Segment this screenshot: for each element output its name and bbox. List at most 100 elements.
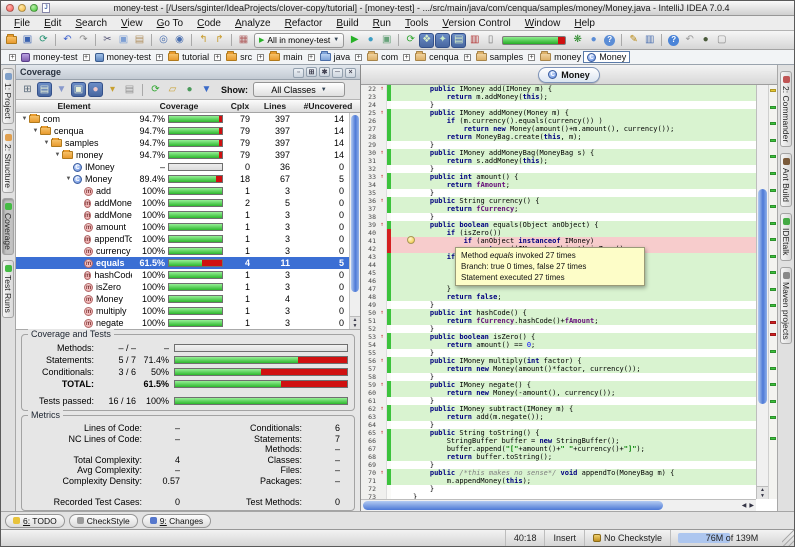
right-tool-button-ant-build[interactable]: Ant Build <box>780 153 792 207</box>
bottom-tool-button-checkstyle[interactable]: CheckStyle <box>69 514 138 528</box>
coverage-row-currency[interactable]: mcurrency100%130 <box>16 245 360 257</box>
coverage-row-add[interactable]: madd100%130 <box>16 185 360 197</box>
error-stripe-covered-mark[interactable] <box>770 255 776 258</box>
breadcrumb-money[interactable]: CMoney <box>583 51 630 63</box>
code-text[interactable]: return false; <box>391 293 756 301</box>
coverage-row-amount[interactable]: mamount100%130 <box>16 221 360 233</box>
error-stripe-covered-mark[interactable] <box>770 106 776 109</box>
left-tool-button-1-project[interactable]: 1: Project <box>2 68 14 124</box>
coverage-table-scrollbar[interactable]: ▲▼ <box>349 113 360 329</box>
error-stripe-covered-mark[interactable] <box>770 172 776 175</box>
paint-icon[interactable]: ✎ <box>626 33 641 48</box>
error-stripe-covered-mark[interactable] <box>770 139 776 142</box>
code-text[interactable]: public boolean isZero() { <box>391 333 756 341</box>
show-packages-icon[interactable]: ▤ <box>37 82 52 97</box>
menu-run[interactable]: Run <box>366 18 398 29</box>
right-tool-button-idetalk[interactable]: IDEtalk <box>780 213 792 260</box>
menu-file[interactable]: File <box>7 18 37 29</box>
code-text[interactable]: } <box>391 373 756 381</box>
clover-summary-icon[interactable]: ▤ <box>451 33 466 48</box>
hide-icon[interactable]: ─ <box>332 68 343 78</box>
left-tool-button-2-structure[interactable]: 2: Structure <box>2 129 14 193</box>
menu-tools[interactable]: Tools <box>398 18 435 29</box>
code-text[interactable]: } <box>391 461 756 469</box>
code-text[interactable]: public int hashCode() { <box>391 309 756 317</box>
coverage-row-cenqua[interactable]: ▼cenqua94.7%7939714 <box>16 125 360 137</box>
debug-icon[interactable]: ● <box>363 33 378 48</box>
code-text[interactable]: } <box>391 165 756 173</box>
coverage-row-negate[interactable]: mnegate100%130 <box>16 317 360 329</box>
code-text[interactable]: if (m.currency().equals(currency()) ) <box>391 117 756 125</box>
scrollbar-arrows[interactable]: ◀▶ <box>742 500 754 511</box>
bottom-tool-button-9-changes[interactable]: 9: Changes <box>142 514 211 528</box>
code-text[interactable]: return s.addMoney(this); <box>391 157 756 165</box>
right-tool-button-maven-projects[interactable]: Maven projects <box>780 267 792 345</box>
coverage-row-addmoney[interactable]: maddMoney100%250 <box>16 197 360 209</box>
expand-node-icon[interactable]: + <box>528 54 535 61</box>
error-stripe-covered-mark[interactable] <box>770 367 776 370</box>
restore-icon[interactable]: ↶ <box>682 33 697 48</box>
refresh-coverage-icon[interactable]: ⟳ <box>403 33 418 48</box>
breadcrumb-money-test[interactable]: money-test <box>19 52 80 62</box>
expand-node-icon[interactable]: + <box>9 54 16 61</box>
refresh-icon[interactable]: ⟳ <box>148 82 163 97</box>
coverage-row-appendto[interactable]: mappendTo100%130 <box>16 233 360 245</box>
error-stripe-covered-mark[interactable] <box>770 383 776 386</box>
open-project-icon[interactable] <box>4 33 19 48</box>
scrollbar-arrows[interactable]: ▲▼ <box>757 486 768 499</box>
code-text[interactable]: return new Money(amount()*factor, curren… <box>391 365 756 373</box>
coverage-row-com[interactable]: ▼com94.7%7939714 <box>16 113 360 125</box>
coverage-row-imoney[interactable]: CIMoney–0360 <box>16 161 360 173</box>
coverage-row-money[interactable]: mMoney100%140 <box>16 293 360 305</box>
breadcrumb-money-test[interactable]: money-test <box>93 52 154 62</box>
code-text[interactable]: public IMoney multiply(int factor) { <box>391 357 756 365</box>
close-icon[interactable]: × <box>345 68 356 78</box>
insert-mode-indicator[interactable]: Insert <box>544 530 584 546</box>
code-text[interactable]: public IMoney add(IMoney m) { <box>391 85 756 93</box>
code-text[interactable]: } <box>391 349 756 357</box>
run-configuration-combo[interactable]: ▶All in money-test▼ <box>254 33 344 48</box>
maximize-icon[interactable]: ⊞ <box>306 67 317 77</box>
code-text[interactable]: return new Money(-amount(), currency()); <box>391 389 756 397</box>
coverage-row-addmoney[interactable]: maddMoney100%130 <box>16 209 360 221</box>
error-stripe-covered-mark[interactable] <box>770 271 776 274</box>
previous-occurrence-icon[interactable]: ↰ <box>196 33 211 48</box>
web-help-icon[interactable]: ? <box>602 33 617 48</box>
column-header-element[interactable]: Element <box>16 101 132 111</box>
code-text[interactable]: } <box>391 485 756 493</box>
menu-version-control[interactable]: Version Control <box>435 18 517 29</box>
settings-icon[interactable]: ▦ <box>236 33 251 48</box>
window-resize-grip[interactable] <box>782 530 794 546</box>
error-stripe-covered-mark[interactable] <box>770 350 776 353</box>
code-text[interactable]: return new Money(amount()+m.amount(), cu… <box>391 125 756 133</box>
code-text[interactable]: public IMoney subtract(IMoney m) { <box>391 405 756 413</box>
scrollbar-thumb[interactable] <box>758 189 767 404</box>
filter-covered-icon[interactable]: ▼ <box>54 82 69 97</box>
expander-icon[interactable]: ▼ <box>53 152 62 158</box>
bug-icon[interactable]: ● <box>698 33 713 48</box>
code-text[interactable]: public IMoney negate() { <box>391 381 756 389</box>
editor-vertical-scrollbar[interactable]: ▲▼ <box>756 85 768 499</box>
breadcrumb-tutorial[interactable]: tutorial <box>166 52 211 62</box>
error-stripe-covered-mark[interactable] <box>770 155 776 158</box>
right-tool-button-2-commander[interactable]: 2: Commander <box>780 71 792 147</box>
pin-icon[interactable]: ▾ <box>105 82 120 97</box>
code-text[interactable]: public boolean equals(Object anObject) { <box>391 221 756 229</box>
error-stripe-covered-mark[interactable] <box>770 288 776 291</box>
code-text[interactable]: } <box>391 325 756 333</box>
error-stripe-uncovered-mark[interactable] <box>770 333 776 336</box>
find-icon[interactable]: ◎ <box>156 33 171 48</box>
code-text[interactable]: public String toString() { <box>391 429 756 437</box>
find-in-path-icon[interactable]: ◉ <box>172 33 187 48</box>
redo-icon[interactable]: ↷ <box>76 33 91 48</box>
error-stripe-covered-mark[interactable] <box>770 437 776 440</box>
expand-node-icon[interactable]: + <box>214 54 221 61</box>
breadcrumb-com[interactable]: com <box>365 52 400 62</box>
next-occurrence-icon[interactable]: ↱ <box>212 33 227 48</box>
menu-view[interactable]: View <box>114 18 150 29</box>
error-stripe-covered-mark[interactable] <box>770 400 776 403</box>
error-stripe-warning-mark[interactable] <box>770 89 776 92</box>
breadcrumb-money[interactable]: money <box>538 52 583 62</box>
code-text[interactable]: } <box>391 301 756 309</box>
expander-icon[interactable]: ▼ <box>20 116 29 122</box>
